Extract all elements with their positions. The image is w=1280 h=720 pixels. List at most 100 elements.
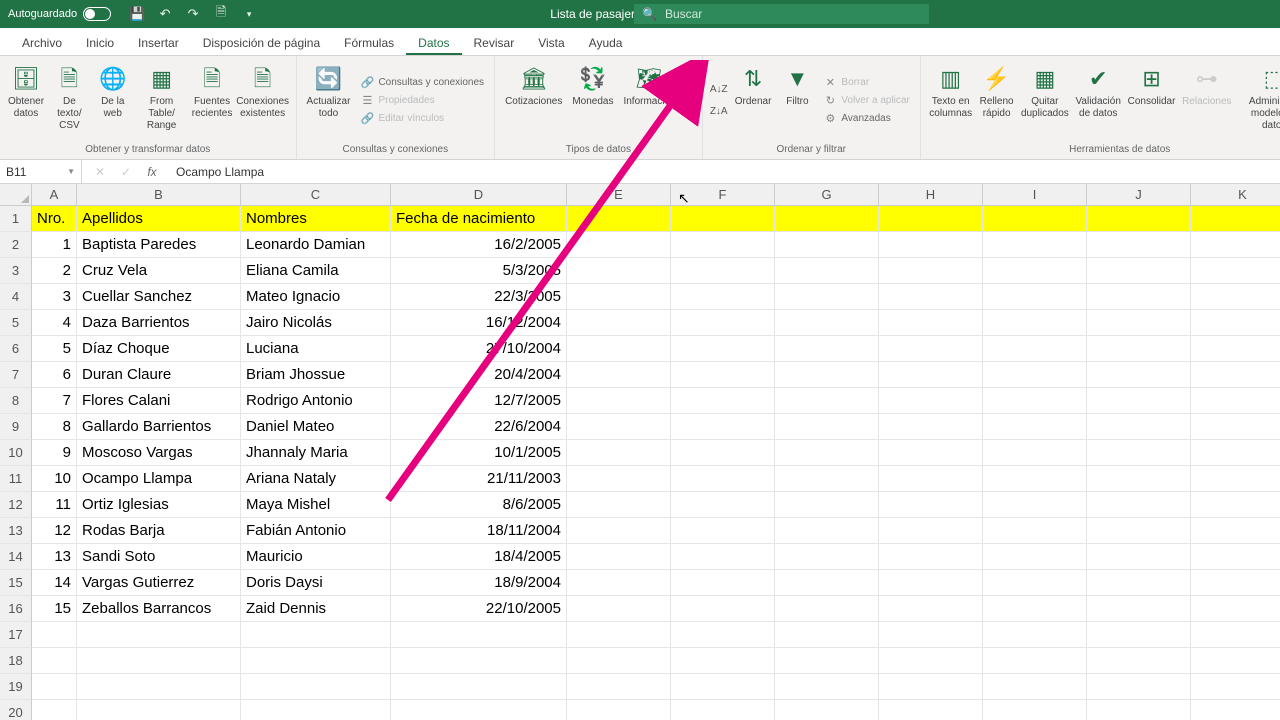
cell[interactable]: Moscoso Vargas [77, 440, 241, 466]
cell[interactable] [32, 674, 77, 700]
cell[interactable]: 15 [32, 596, 77, 622]
cell[interactable] [879, 674, 983, 700]
cell[interactable] [1087, 284, 1191, 310]
cell[interactable]: Mauricio [241, 544, 391, 570]
cell[interactable] [983, 232, 1087, 258]
cell[interactable]: Vargas Gutierrez [77, 570, 241, 596]
cell[interactable] [1191, 284, 1280, 310]
tab-datos[interactable]: Datos [406, 30, 461, 55]
cell[interactable]: Ocampo Llampa [77, 466, 241, 492]
cell[interactable] [1191, 310, 1280, 336]
cell[interactable] [879, 284, 983, 310]
cell[interactable] [775, 310, 879, 336]
cell[interactable] [567, 206, 671, 232]
cell[interactable] [567, 570, 671, 596]
row-header-18[interactable]: 18 [0, 648, 32, 674]
row-header-20[interactable]: 20 [0, 700, 32, 720]
cell[interactable] [775, 544, 879, 570]
cell[interactable]: 8 [32, 414, 77, 440]
cell[interactable] [671, 362, 775, 388]
cell[interactable] [1191, 544, 1280, 570]
cell[interactable]: Ariana Nataly [241, 466, 391, 492]
cell[interactable]: Fecha de nacimiento [391, 206, 567, 232]
cell[interactable] [32, 648, 77, 674]
cell[interactable] [671, 232, 775, 258]
cell[interactable] [671, 648, 775, 674]
cell[interactable]: 22/6/2004 [391, 414, 567, 440]
col-header-G[interactable]: G [775, 184, 879, 206]
cell[interactable] [775, 700, 879, 720]
queries-connections-button[interactable]: 🔗Consultas y conexiones [356, 74, 488, 92]
tab-insertar[interactable]: Insertar [126, 30, 191, 55]
cell[interactable] [567, 596, 671, 622]
cell[interactable] [567, 232, 671, 258]
cell[interactable]: 2 [32, 258, 77, 284]
cell[interactable] [567, 700, 671, 720]
cell[interactable] [671, 570, 775, 596]
cell[interactable] [32, 700, 77, 720]
cell[interactable] [983, 388, 1087, 414]
col-header-B[interactable]: B [77, 184, 241, 206]
cell[interactable]: 16/2/2005 [391, 232, 567, 258]
currencies-button[interactable]: 💱Monedas [568, 58, 617, 143]
cell[interactable]: Daza Barrientos [77, 310, 241, 336]
cell[interactable]: 5 [32, 336, 77, 362]
cell[interactable] [671, 518, 775, 544]
cell[interactable] [1087, 492, 1191, 518]
row-header-5[interactable]: 5 [0, 310, 32, 336]
cell[interactable] [983, 544, 1087, 570]
cell[interactable] [671, 388, 775, 414]
cell[interactable]: Briam Jhossue [241, 362, 391, 388]
col-header-C[interactable]: C [241, 184, 391, 206]
cell[interactable] [983, 336, 1087, 362]
cell[interactable] [1087, 310, 1191, 336]
tab-revisar[interactable]: Revisar [462, 30, 527, 55]
column-headers[interactable]: ABCDEFGHIJK [32, 184, 1280, 206]
cell[interactable] [567, 544, 671, 570]
cell[interactable] [983, 310, 1087, 336]
cell[interactable] [879, 388, 983, 414]
row-header-3[interactable]: 3 [0, 258, 32, 284]
cell[interactable] [567, 622, 671, 648]
cell[interactable] [671, 310, 775, 336]
cell[interactable] [983, 362, 1087, 388]
cell[interactable] [1191, 596, 1280, 622]
cell[interactable] [1087, 518, 1191, 544]
cell[interactable] [671, 596, 775, 622]
cell[interactable] [775, 440, 879, 466]
cell[interactable]: Nombres [241, 206, 391, 232]
cell[interactable] [1087, 596, 1191, 622]
filter-button[interactable]: ▼Filtro [777, 58, 817, 143]
cell[interactable] [775, 466, 879, 492]
cell[interactable] [1191, 466, 1280, 492]
cell[interactable]: 21/11/2003 [391, 466, 567, 492]
cell[interactable]: 22/10/2005 [391, 596, 567, 622]
cell[interactable] [1191, 700, 1280, 720]
col-header-J[interactable]: J [1087, 184, 1191, 206]
refresh-all-button[interactable]: 🔄Actualizar todo [303, 58, 355, 143]
cell[interactable] [983, 518, 1087, 544]
cell[interactable] [391, 674, 567, 700]
row-header-10[interactable]: 10 [0, 440, 32, 466]
get-data-button[interactable]: 🗄Obtener datos [6, 58, 46, 143]
cell[interactable] [1087, 674, 1191, 700]
cell[interactable] [879, 648, 983, 674]
cell[interactable] [879, 570, 983, 596]
cell[interactable]: 16/12/2004 [391, 310, 567, 336]
cell[interactable]: Cuellar Sanchez [77, 284, 241, 310]
cell[interactable] [879, 362, 983, 388]
cell[interactable] [1087, 700, 1191, 720]
cell[interactable] [567, 440, 671, 466]
tab-archivo[interactable]: Archivo [10, 30, 74, 55]
row-header-14[interactable]: 14 [0, 544, 32, 570]
cell[interactable] [1087, 388, 1191, 414]
cell[interactable] [567, 518, 671, 544]
cell[interactable] [1087, 440, 1191, 466]
cell[interactable]: 11 [32, 492, 77, 518]
cell[interactable] [879, 206, 983, 232]
cell[interactable]: 14 [32, 570, 77, 596]
cell[interactable] [1191, 492, 1280, 518]
cell[interactable] [77, 674, 241, 700]
cell[interactable] [77, 648, 241, 674]
row-header-9[interactable]: 9 [0, 414, 32, 440]
